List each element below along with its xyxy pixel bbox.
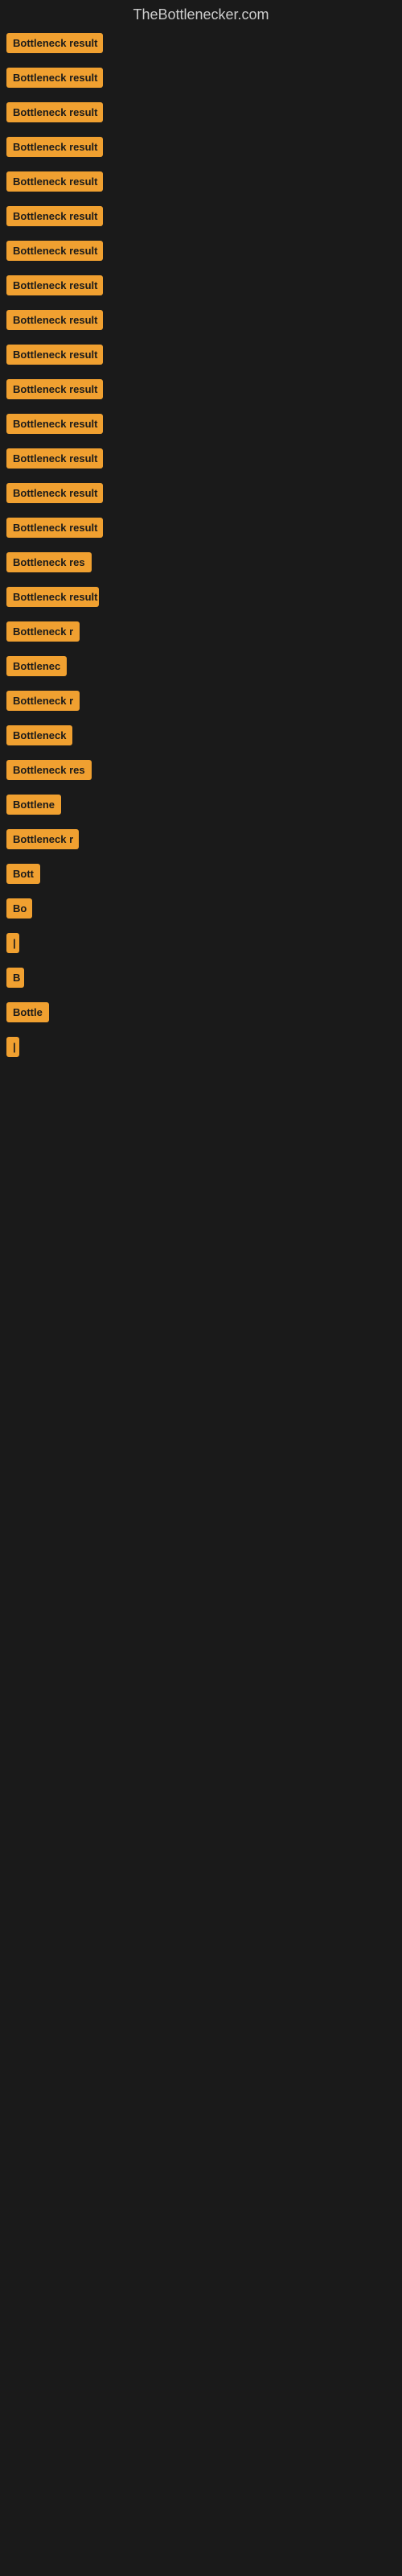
bottleneck-badge[interactable]: Bottleneck result bbox=[6, 379, 103, 399]
list-item: Bottleneck result bbox=[6, 171, 402, 192]
list-item: Bottleneck result bbox=[6, 345, 402, 365]
list-item: Bottleneck result bbox=[6, 379, 402, 399]
bottleneck-badge[interactable]: Bottleneck result bbox=[6, 414, 103, 434]
bottleneck-badge[interactable]: Bottleneck result bbox=[6, 171, 103, 192]
list-item: B bbox=[6, 968, 402, 988]
list-item: Bottleneck result bbox=[6, 448, 402, 469]
bottleneck-badge[interactable]: Bottleneck result bbox=[6, 483, 103, 503]
bottleneck-badge[interactable]: Bottleneck r bbox=[6, 691, 80, 711]
bottleneck-badge[interactable]: Bottleneck result bbox=[6, 275, 103, 295]
list-item: Bo bbox=[6, 898, 402, 919]
list-item: Bottleneck result bbox=[6, 206, 402, 226]
list-item: Bottleneck res bbox=[6, 552, 402, 572]
bottleneck-badge[interactable]: Bottleneck bbox=[6, 725, 72, 745]
bottleneck-badge[interactable]: Bottleneck result bbox=[6, 206, 103, 226]
bottleneck-badge[interactable]: Bo bbox=[6, 898, 32, 919]
list-item: Bottleneck res bbox=[6, 760, 402, 780]
list-item: | bbox=[6, 933, 402, 953]
bottleneck-badge[interactable]: Bottleneck result bbox=[6, 68, 103, 88]
bottleneck-badge[interactable]: | bbox=[6, 933, 19, 953]
list-item: Bott bbox=[6, 864, 402, 884]
list-item: Bottlenec bbox=[6, 656, 402, 676]
list-item: Bottleneck bbox=[6, 725, 402, 745]
list-item: Bottleneck result bbox=[6, 33, 402, 53]
bottleneck-badge[interactable]: B bbox=[6, 968, 24, 988]
list-item: Bottleneck result bbox=[6, 102, 402, 122]
bottleneck-badge[interactable]: Bottlenec bbox=[6, 656, 67, 676]
bottleneck-badge[interactable]: Bottleneck result bbox=[6, 310, 103, 330]
bottleneck-badge[interactable]: Bott bbox=[6, 864, 40, 884]
list-item: Bottleneck result bbox=[6, 241, 402, 261]
bottleneck-badge[interactable]: | bbox=[6, 1037, 19, 1057]
site-title: TheBottlenecker.com bbox=[0, 0, 402, 33]
bottleneck-badge[interactable]: Bottleneck result bbox=[6, 518, 103, 538]
list-item: Bottleneck result bbox=[6, 275, 402, 295]
bottleneck-badge[interactable]: Bottleneck result bbox=[6, 345, 103, 365]
bottleneck-badge[interactable]: Bottle bbox=[6, 1002, 49, 1022]
list-item: Bottleneck r bbox=[6, 621, 402, 642]
bottleneck-badge[interactable]: Bottleneck res bbox=[6, 552, 92, 572]
list-item: | bbox=[6, 1037, 402, 1057]
bottleneck-badge[interactable]: Bottleneck result bbox=[6, 241, 103, 261]
list-item: Bottleneck result bbox=[6, 483, 402, 503]
bottleneck-badge[interactable]: Bottlene bbox=[6, 795, 61, 815]
list-item: Bottlene bbox=[6, 795, 402, 815]
bottleneck-badge[interactable]: Bottleneck res bbox=[6, 760, 92, 780]
list-item: Bottleneck r bbox=[6, 829, 402, 849]
bottleneck-badge[interactable]: Bottleneck result bbox=[6, 137, 103, 157]
bottleneck-badge[interactable]: Bottleneck result bbox=[6, 33, 103, 53]
list-item: Bottleneck result bbox=[6, 68, 402, 88]
list-item: Bottleneck result bbox=[6, 414, 402, 434]
list-item: Bottleneck result bbox=[6, 137, 402, 157]
list-item: Bottleneck result bbox=[6, 518, 402, 538]
bottleneck-badge[interactable]: Bottleneck r bbox=[6, 829, 79, 849]
list-item: Bottleneck r bbox=[6, 691, 402, 711]
bottleneck-badge[interactable]: Bottleneck result bbox=[6, 102, 103, 122]
bottleneck-badge[interactable]: Bottleneck result bbox=[6, 587, 99, 607]
bottleneck-badge[interactable]: Bottleneck result bbox=[6, 448, 103, 469]
list-item: Bottleneck result bbox=[6, 587, 402, 607]
list-item: Bottleneck result bbox=[6, 310, 402, 330]
list-item: Bottle bbox=[6, 1002, 402, 1022]
bottleneck-badge[interactable]: Bottleneck r bbox=[6, 621, 80, 642]
